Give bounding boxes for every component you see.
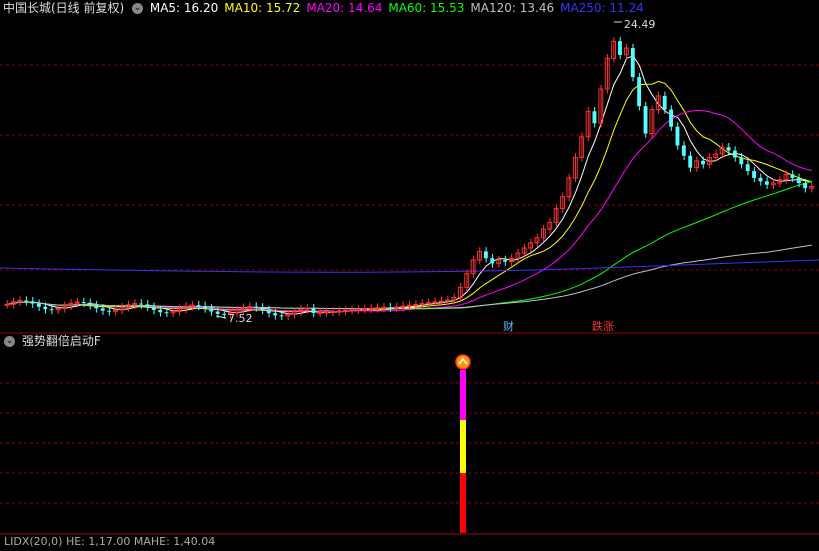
indicator-segment-red — [460, 473, 466, 533]
candle-body — [196, 305, 201, 307]
candle-body — [336, 310, 342, 313]
candlesticks — [4, 36, 815, 321]
candle-body — [739, 157, 744, 165]
candle-body — [490, 258, 495, 264]
candle-body — [158, 309, 163, 313]
candle-body — [81, 302, 86, 304]
candle-body — [592, 111, 597, 124]
candle-body — [381, 306, 387, 309]
candle-body — [374, 307, 380, 310]
candle-body — [790, 174, 795, 178]
candle-body — [222, 313, 227, 315]
candle-body — [425, 302, 431, 305]
indicator-panel-header: ⌄ 强势翻倍启动F — [0, 333, 101, 349]
candle-body — [266, 310, 271, 314]
candle-body — [254, 306, 258, 308]
candle-body — [164, 312, 169, 314]
candle-body — [406, 304, 412, 307]
candle-body — [139, 303, 143, 305]
ma-line — [7, 109, 812, 313]
candle-body — [317, 311, 323, 314]
candle-body — [330, 310, 336, 313]
candle-body — [36, 303, 41, 307]
indicator-segment-magenta — [460, 370, 466, 420]
candlestick-chart[interactable]: 24.49 7.52 财 跌涨 — [0, 0, 819, 541]
candle-body — [445, 299, 451, 302]
candle-body — [758, 177, 763, 182]
candle-body — [675, 126, 680, 146]
candle-body — [669, 109, 674, 127]
candle-body — [438, 300, 444, 303]
candle-body — [764, 181, 769, 185]
candle-body — [88, 302, 92, 306]
candle-body — [752, 171, 757, 178]
candle-body — [24, 300, 29, 302]
candle-body — [796, 177, 801, 184]
candle-body — [803, 183, 808, 189]
ma-line — [7, 180, 812, 310]
grid-lines — [0, 64, 819, 535]
candle-body — [688, 155, 693, 168]
candle-body — [643, 106, 648, 134]
candle-body — [43, 306, 48, 310]
candle-body — [400, 305, 406, 308]
ma-line — [7, 80, 812, 314]
finance-marker: 财 — [503, 319, 514, 333]
high-price-label: 24.49 — [624, 18, 656, 31]
footer-text: LIDX(20,0) HE: 1,17.00 MAHE: 1,40.04 — [4, 535, 216, 548]
candle-body — [662, 95, 667, 110]
candle-body — [107, 310, 112, 312]
candle-body — [413, 303, 419, 306]
candle-body — [732, 150, 737, 158]
candle-body — [323, 311, 329, 314]
candle-body — [630, 48, 635, 78]
candle-body — [209, 308, 214, 312]
candle-body — [701, 160, 705, 165]
candle-body — [726, 147, 731, 151]
candle-body — [30, 301, 35, 304]
candle-body — [368, 307, 374, 310]
footer-indicator-line: LIDX(20,0) HE: 1,17.00 MAHE: 1,40.04 — [0, 535, 215, 551]
collapse-icon[interactable]: ⌄ — [4, 335, 15, 347]
indicator-segment-yellow — [460, 420, 466, 473]
ma-line — [7, 55, 812, 315]
candle-body — [202, 305, 207, 309]
candle-body — [100, 308, 105, 311]
candle-body — [419, 303, 425, 306]
candle-body — [388, 307, 393, 309]
candle-body — [342, 309, 348, 312]
candle-body — [637, 77, 642, 107]
candle-body — [311, 308, 316, 313]
candle-body — [349, 309, 355, 312]
candle-body — [94, 305, 99, 309]
indicator-bars — [455, 354, 471, 533]
candle-body — [681, 145, 686, 156]
indicator-title[interactable]: 强势翻倍启动F — [22, 334, 101, 348]
up-chevron-signal-icon — [455, 354, 471, 370]
candle-body — [260, 307, 265, 311]
rise-fall-marker: 跌涨 — [592, 319, 614, 333]
candle-body — [273, 313, 278, 316]
candle-body — [483, 251, 488, 259]
candle-body — [618, 41, 622, 55]
ma-line — [7, 244, 812, 310]
candle-body — [362, 308, 367, 311]
candle-body — [394, 306, 399, 309]
candle-body — [145, 304, 150, 307]
low-price-label: 7.52 — [228, 312, 253, 325]
candle-body — [4, 303, 10, 306]
candle-body — [151, 306, 156, 310]
candle-body — [215, 311, 220, 314]
candle-body — [432, 301, 438, 304]
candle-body — [503, 259, 507, 262]
candle-body — [355, 308, 361, 311]
candle-body — [49, 309, 54, 311]
candle-body — [279, 315, 284, 317]
moving-average-lines — [0, 55, 819, 315]
candle-body — [745, 164, 750, 172]
